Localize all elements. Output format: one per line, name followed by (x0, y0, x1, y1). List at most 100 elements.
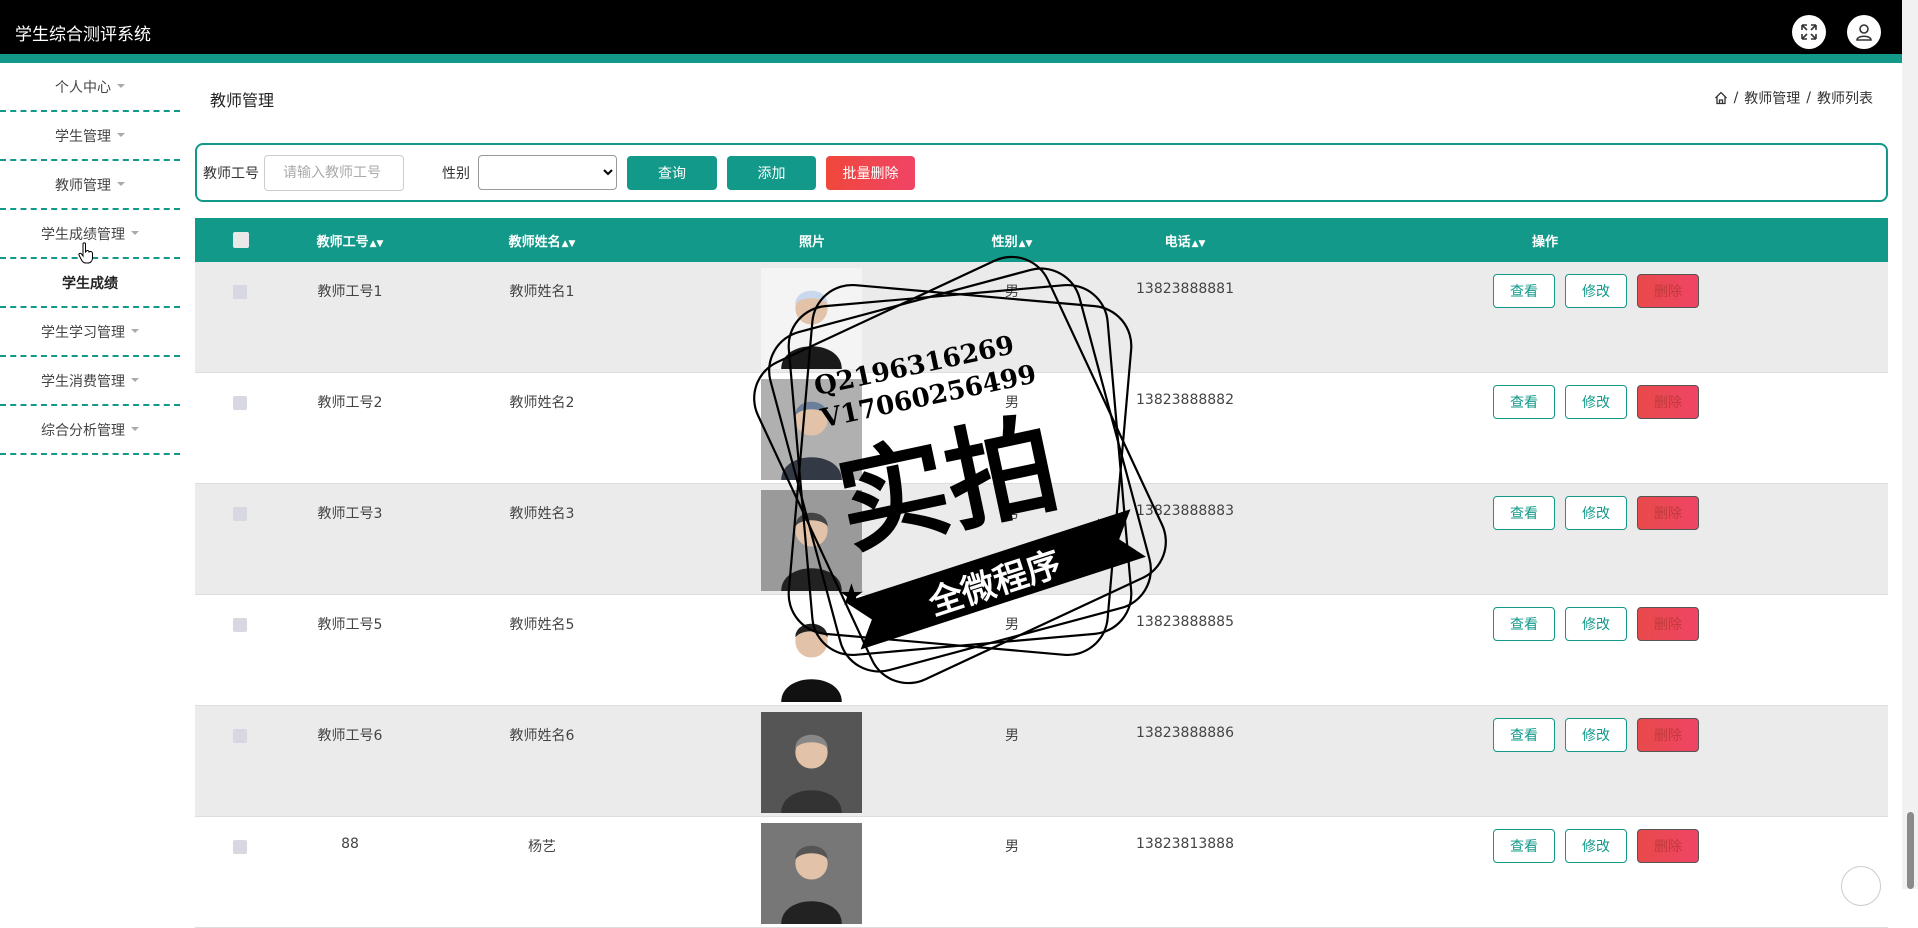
cell-teacher-name: 教师姓名1 (509, 284, 575, 300)
cell-gender: 男 (1005, 728, 1019, 744)
sidebar-item-consumption-management[interactable]: 学生消费管理 (0, 357, 180, 406)
view-button[interactable]: 查看 (1493, 718, 1555, 752)
delete-button[interactable]: 删除 (1637, 385, 1699, 419)
view-button[interactable]: 查看 (1493, 496, 1555, 530)
table-row: 教师工号2 教师姓名2 男 13823888882 查看 修改 删除 (195, 373, 1888, 484)
fullscreen-button[interactable] (1792, 15, 1826, 49)
cell-phone: 13823888885 (1136, 614, 1234, 630)
sidebar-item-teacher-management[interactable]: 教师管理 (0, 161, 180, 210)
batch-delete-button[interactable]: 批量删除 (826, 155, 915, 190)
row-checkbox[interactable] (233, 729, 247, 743)
caret-down-icon (117, 132, 125, 137)
teacher-photo[interactable] (761, 712, 862, 813)
row-checkbox[interactable] (233, 618, 247, 632)
column-header-phone[interactable]: 电话▲▼ (1135, 231, 1235, 250)
query-button[interactable]: 查询 (627, 155, 717, 190)
scrollbar-track[interactable] (1902, 0, 1918, 889)
cell-phone: 13823888886 (1136, 725, 1234, 741)
table-row: 教师工号1 教师姓名1 男 13823888881 查看 修改 删除 (195, 262, 1888, 373)
cell-teacher-id: 教师工号2 (317, 395, 383, 411)
cell-gender: 男 (1005, 506, 1019, 522)
breadcrumb-separator: / (1733, 90, 1739, 106)
edit-button[interactable]: 修改 (1565, 718, 1627, 752)
column-label: 性别 (991, 234, 1018, 250)
edit-button[interactable]: 修改 (1565, 607, 1627, 641)
caret-down-icon (131, 426, 139, 431)
gender-select[interactable] (478, 155, 617, 190)
table-header: 教师工号▲▼ 教师姓名▲▼ 照片 性别▲▼ 电话▲▼ 操作 (195, 218, 1888, 262)
cell-teacher-name: 杨艺 (528, 839, 556, 855)
sidebar-item-label: 个人中心 (55, 79, 111, 96)
edit-button[interactable]: 修改 (1565, 274, 1627, 308)
view-button[interactable]: 查看 (1493, 607, 1555, 641)
teacher-photo[interactable] (761, 268, 862, 369)
table-row: 教师工号3 教师姓名3 男 13823888883 查看 修改 删除 (195, 484, 1888, 595)
row-checkbox[interactable] (233, 840, 247, 854)
teacher-photo[interactable] (761, 490, 862, 591)
sort-icon: ▲▼ (1191, 238, 1206, 249)
cell-phone: 13823813888 (1136, 836, 1234, 852)
sidebar-item-label: 综合分析管理 (41, 422, 125, 439)
row-checkbox[interactable] (233, 507, 247, 521)
home-icon[interactable] (1714, 91, 1728, 105)
cell-teacher-name: 教师姓名6 (509, 728, 575, 744)
sidebar-item-personal-center[interactable]: 个人中心 (0, 63, 180, 112)
top-bar-accent (0, 54, 1902, 63)
row-checkbox[interactable] (233, 396, 247, 410)
teacher-id-input[interactable] (264, 154, 404, 191)
delete-button[interactable]: 删除 (1637, 496, 1699, 530)
table-row: 88 杨艺 男 13823813888 查看 修改 删除 (195, 817, 1888, 928)
sidebar-item-student-management[interactable]: 学生管理 (0, 112, 180, 161)
teacher-table: 教师工号▲▼ 教师姓名▲▼ 照片 性别▲▼ 电话▲▼ 操作 教师工号1 教师姓名1… (195, 218, 1888, 928)
app-title: 学生综合测评系统 (15, 25, 151, 45)
caret-down-icon (117, 83, 125, 88)
select-all-checkbox[interactable] (233, 232, 249, 248)
caret-down-icon (131, 377, 139, 382)
edit-button[interactable]: 修改 (1565, 829, 1627, 863)
page-title: 教师管理 (210, 91, 275, 110)
teacher-photo[interactable] (761, 601, 862, 702)
view-button[interactable]: 查看 (1493, 385, 1555, 419)
row-checkbox[interactable] (233, 285, 247, 299)
cell-gender: 男 (1005, 284, 1019, 300)
column-header-teacher-id[interactable]: 教师工号▲▼ (290, 231, 410, 250)
add-button[interactable]: 添加 (727, 155, 816, 190)
sidebar-item-study-management[interactable]: 学生学习管理 (0, 308, 180, 357)
user-button[interactable] (1847, 15, 1881, 49)
cell-phone: 13823888882 (1136, 392, 1234, 408)
delete-button[interactable]: 删除 (1637, 274, 1699, 308)
cell-phone: 13823888883 (1136, 503, 1234, 519)
breadcrumb-level1[interactable]: 教师管理 (1744, 88, 1800, 108)
view-button[interactable]: 查看 (1493, 274, 1555, 308)
sort-icon: ▲▼ (561, 238, 576, 249)
sidebar-subitem-student-scores[interactable]: 学生成绩 (0, 259, 180, 308)
gender-label: 性别 (442, 165, 470, 182)
fullscreen-icon (1801, 24, 1817, 40)
breadcrumb-separator: / (1806, 90, 1811, 106)
column-header-gender[interactable]: 性别▲▼ (962, 231, 1062, 250)
column-label: 教师工号 (316, 234, 369, 250)
table-row: 教师工号5 教师姓名5 男 13823888885 查看 修改 删除 (195, 595, 1888, 706)
teacher-photo[interactable] (761, 379, 862, 480)
column-label: 电话 (1164, 234, 1191, 250)
edit-button[interactable]: 修改 (1565, 385, 1627, 419)
delete-button[interactable]: 删除 (1637, 607, 1699, 641)
cell-teacher-name: 教师姓名3 (509, 506, 575, 522)
sidebar-item-label: 教师管理 (55, 177, 111, 194)
sidebar-item-analysis-management[interactable]: 综合分析管理 (0, 406, 180, 455)
cell-phone: 13823888881 (1136, 281, 1234, 297)
teacher-id-label: 教师工号 (203, 165, 259, 182)
delete-button[interactable]: 删除 (1637, 718, 1699, 752)
hand-cursor-icon (78, 242, 93, 264)
edit-button[interactable]: 修改 (1565, 496, 1627, 530)
column-header-teacher-name[interactable]: 教师姓名▲▼ (482, 231, 602, 250)
view-button[interactable]: 查看 (1493, 829, 1555, 863)
scrollbar-thumb[interactable] (1907, 812, 1914, 889)
delete-button[interactable]: 删除 (1637, 829, 1699, 863)
table-row: 教师工号6 教师姓名6 男 13823888886 查看 修改 删除 (195, 706, 1888, 817)
search-form: 教师工号 性别 查询 添加 批量删除 (195, 143, 1888, 202)
back-to-top-button[interactable] (1841, 866, 1881, 906)
cell-teacher-name: 教师姓名5 (509, 617, 575, 633)
teacher-photo[interactable] (761, 823, 862, 924)
sidebar-item-label: 学生管理 (55, 128, 111, 145)
